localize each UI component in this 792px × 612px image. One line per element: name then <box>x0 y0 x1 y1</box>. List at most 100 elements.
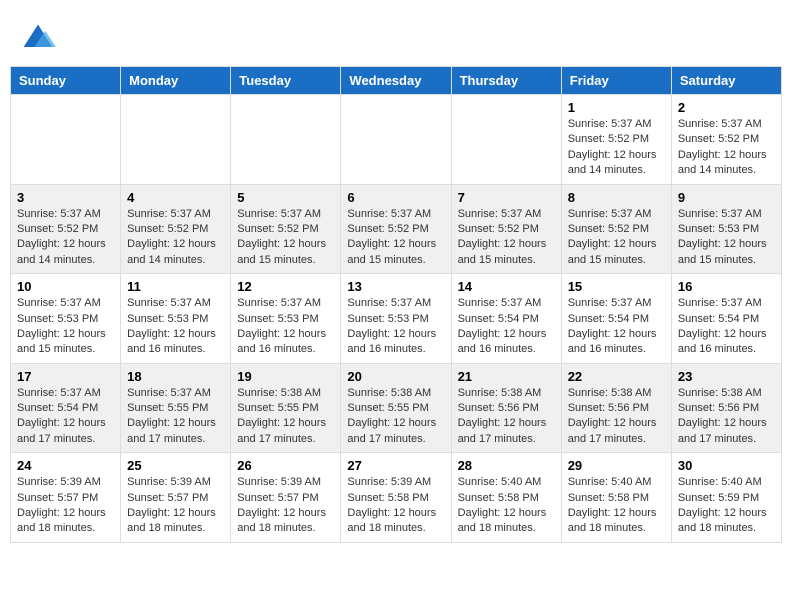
calendar-cell: 18 Sunrise: 5:37 AM Sunset: 5:55 PM Dayli… <box>121 363 231 453</box>
day-info: Sunrise: 5:37 AM Sunset: 5:53 PM Dayligh… <box>678 207 775 269</box>
day-number: 18 <box>127 369 224 384</box>
weekday-header: Monday <box>121 67 231 95</box>
day-info: Sunrise: 5:40 AM Sunset: 5:59 PM Dayligh… <box>678 475 775 537</box>
calendar-cell: 23 Sunrise: 5:38 AM Sunset: 5:56 PM Dayli… <box>671 363 781 453</box>
day-info: Sunrise: 5:38 AM Sunset: 5:55 PM Dayligh… <box>347 386 444 448</box>
day-number: 17 <box>17 369 114 384</box>
calendar-cell: 24 Sunrise: 5:39 AM Sunset: 5:57 PM Dayli… <box>11 453 121 543</box>
day-number: 22 <box>568 369 665 384</box>
day-info: Sunrise: 5:39 AM Sunset: 5:57 PM Dayligh… <box>127 475 224 537</box>
day-number: 23 <box>678 369 775 384</box>
calendar-cell: 8 Sunrise: 5:37 AM Sunset: 5:52 PM Daylig… <box>561 184 671 274</box>
day-info: Sunrise: 5:40 AM Sunset: 5:58 PM Dayligh… <box>568 475 665 537</box>
day-number: 30 <box>678 458 775 473</box>
weekday-header: Saturday <box>671 67 781 95</box>
day-number: 14 <box>458 279 555 294</box>
day-number: 8 <box>568 190 665 205</box>
day-info: Sunrise: 5:37 AM Sunset: 5:54 PM Dayligh… <box>678 296 775 358</box>
calendar-week-row: 1 Sunrise: 5:37 AM Sunset: 5:52 PM Daylig… <box>11 95 782 185</box>
day-info: Sunrise: 5:38 AM Sunset: 5:55 PM Dayligh… <box>237 386 334 448</box>
calendar-cell: 4Sunrise: 5:37 AM Sunset: 5:52 PM Daylig… <box>121 184 231 274</box>
day-info: Sunrise: 5:37 AM Sunset: 5:54 PM Dayligh… <box>17 386 114 448</box>
day-info: Sunrise: 5:39 AM Sunset: 5:57 PM Dayligh… <box>237 475 334 537</box>
calendar-cell: 3 Sunrise: 5:37 AM Sunset: 5:52 PM Daylig… <box>11 184 121 274</box>
calendar-cell: 19 Sunrise: 5:38 AM Sunset: 5:55 PM Dayli… <box>231 363 341 453</box>
calendar-cell: 1 Sunrise: 5:37 AM Sunset: 5:52 PM Daylig… <box>561 95 671 185</box>
day-number: 7 <box>458 190 555 205</box>
day-info: Sunrise: 5:37 AM Sunset: 5:54 PM Dayligh… <box>568 296 665 358</box>
day-number: 10 <box>17 279 114 294</box>
logo-icon <box>20 20 56 56</box>
calendar-cell: 12 Sunrise: 5:37 AM Sunset: 5:53 PM Dayli… <box>231 274 341 364</box>
calendar-cell: 9 Sunrise: 5:37 AM Sunset: 5:53 PM Daylig… <box>671 184 781 274</box>
day-number: 16 <box>678 279 775 294</box>
calendar-cell: 6 Sunrise: 5:37 AM Sunset: 5:52 PM Daylig… <box>341 184 451 274</box>
calendar-cell <box>341 95 451 185</box>
calendar-cell: 15 Sunrise: 5:37 AM Sunset: 5:54 PM Dayli… <box>561 274 671 364</box>
day-number: 12 <box>237 279 334 294</box>
day-number: 26 <box>237 458 334 473</box>
day-number: 19 <box>237 369 334 384</box>
day-number: 25 <box>127 458 224 473</box>
calendar-cell: 13Sunrise: 5:37 AM Sunset: 5:53 PM Dayli… <box>341 274 451 364</box>
calendar-cell: 20 Sunrise: 5:38 AM Sunset: 5:55 PM Dayli… <box>341 363 451 453</box>
day-number: 3 <box>17 190 114 205</box>
day-info: Sunrise: 5:40 AM Sunset: 5:58 PM Dayligh… <box>458 475 555 537</box>
day-info: Sunrise: 5:37 AM Sunset: 5:52 PM Dayligh… <box>678 117 775 179</box>
day-number: 28 <box>458 458 555 473</box>
calendar-cell: 11 Sunrise: 5:37 AM Sunset: 5:53 PM Dayli… <box>121 274 231 364</box>
day-info: Sunrise: 5:37 AM Sunset: 5:55 PM Dayligh… <box>127 386 224 448</box>
weekday-header: Friday <box>561 67 671 95</box>
day-number: 24 <box>17 458 114 473</box>
calendar-cell: 7 Sunrise: 5:37 AM Sunset: 5:52 PM Daylig… <box>451 184 561 274</box>
calendar-cell: 22 Sunrise: 5:38 AM Sunset: 5:56 PM Dayli… <box>561 363 671 453</box>
day-number: 11 <box>127 279 224 294</box>
calendar-header-row: SundayMondayTuesdayWednesdayThursdayFrid… <box>11 67 782 95</box>
calendar-cell: 5 Sunrise: 5:37 AM Sunset: 5:52 PM Daylig… <box>231 184 341 274</box>
page-header <box>10 10 782 61</box>
calendar-week-row: 24 Sunrise: 5:39 AM Sunset: 5:57 PM Dayli… <box>11 453 782 543</box>
calendar-cell: 16 Sunrise: 5:37 AM Sunset: 5:54 PM Dayli… <box>671 274 781 364</box>
day-number: 27 <box>347 458 444 473</box>
calendar-table: SundayMondayTuesdayWednesdayThursdayFrid… <box>10 66 782 543</box>
day-number: 5 <box>237 190 334 205</box>
calendar-cell: 2 Sunrise: 5:37 AM Sunset: 5:52 PM Daylig… <box>671 95 781 185</box>
day-info: Sunrise: 5:37 AM Sunset: 5:52 PM Dayligh… <box>568 207 665 269</box>
day-info: Sunrise: 5:37 AM Sunset: 5:53 PM Dayligh… <box>127 296 224 358</box>
day-number: 6 <box>347 190 444 205</box>
day-number: 20 <box>347 369 444 384</box>
day-info: Sunrise: 5:38 AM Sunset: 5:56 PM Dayligh… <box>678 386 775 448</box>
day-info: Sunrise: 5:37 AM Sunset: 5:52 PM Dayligh… <box>237 207 334 269</box>
calendar-cell <box>121 95 231 185</box>
calendar-cell: 21Sunrise: 5:38 AM Sunset: 5:56 PM Dayli… <box>451 363 561 453</box>
calendar-cell <box>451 95 561 185</box>
day-info: Sunrise: 5:37 AM Sunset: 5:54 PM Dayligh… <box>458 296 555 358</box>
day-number: 15 <box>568 279 665 294</box>
day-info: Sunrise: 5:39 AM Sunset: 5:57 PM Dayligh… <box>17 475 114 537</box>
calendar-cell: 25 Sunrise: 5:39 AM Sunset: 5:57 PM Dayli… <box>121 453 231 543</box>
weekday-header: Thursday <box>451 67 561 95</box>
day-info: Sunrise: 5:37 AM Sunset: 5:52 PM Dayligh… <box>17 207 114 269</box>
calendar-cell: 17 Sunrise: 5:37 AM Sunset: 5:54 PM Dayli… <box>11 363 121 453</box>
weekday-header: Wednesday <box>341 67 451 95</box>
day-number: 29 <box>568 458 665 473</box>
weekday-header: Sunday <box>11 67 121 95</box>
calendar-cell: 28 Sunrise: 5:40 AM Sunset: 5:58 PM Dayli… <box>451 453 561 543</box>
calendar-week-row: 17 Sunrise: 5:37 AM Sunset: 5:54 PM Dayli… <box>11 363 782 453</box>
day-info: Sunrise: 5:37 AM Sunset: 5:52 PM Dayligh… <box>347 207 444 269</box>
day-number: 2 <box>678 100 775 115</box>
day-info: Sunrise: 5:37 AM Sunset: 5:53 PM Dayligh… <box>237 296 334 358</box>
day-info: Sunrise: 5:38 AM Sunset: 5:56 PM Dayligh… <box>568 386 665 448</box>
calendar-cell: 14 Sunrise: 5:37 AM Sunset: 5:54 PM Dayli… <box>451 274 561 364</box>
day-number: 13 <box>347 279 444 294</box>
day-info: Sunrise: 5:37 AM Sunset: 5:52 PM Dayligh… <box>568 117 665 179</box>
logo <box>20 20 60 56</box>
calendar-cell <box>231 95 341 185</box>
calendar-week-row: 3 Sunrise: 5:37 AM Sunset: 5:52 PM Daylig… <box>11 184 782 274</box>
day-number: 1 <box>568 100 665 115</box>
weekday-header: Tuesday <box>231 67 341 95</box>
day-number: 9 <box>678 190 775 205</box>
day-info: Sunrise: 5:37 AM Sunset: 5:52 PM Dayligh… <box>458 207 555 269</box>
day-info: Sunrise: 5:37 AM Sunset: 5:52 PM Dayligh… <box>127 207 224 269</box>
calendar-week-row: 10 Sunrise: 5:37 AM Sunset: 5:53 PM Dayli… <box>11 274 782 364</box>
